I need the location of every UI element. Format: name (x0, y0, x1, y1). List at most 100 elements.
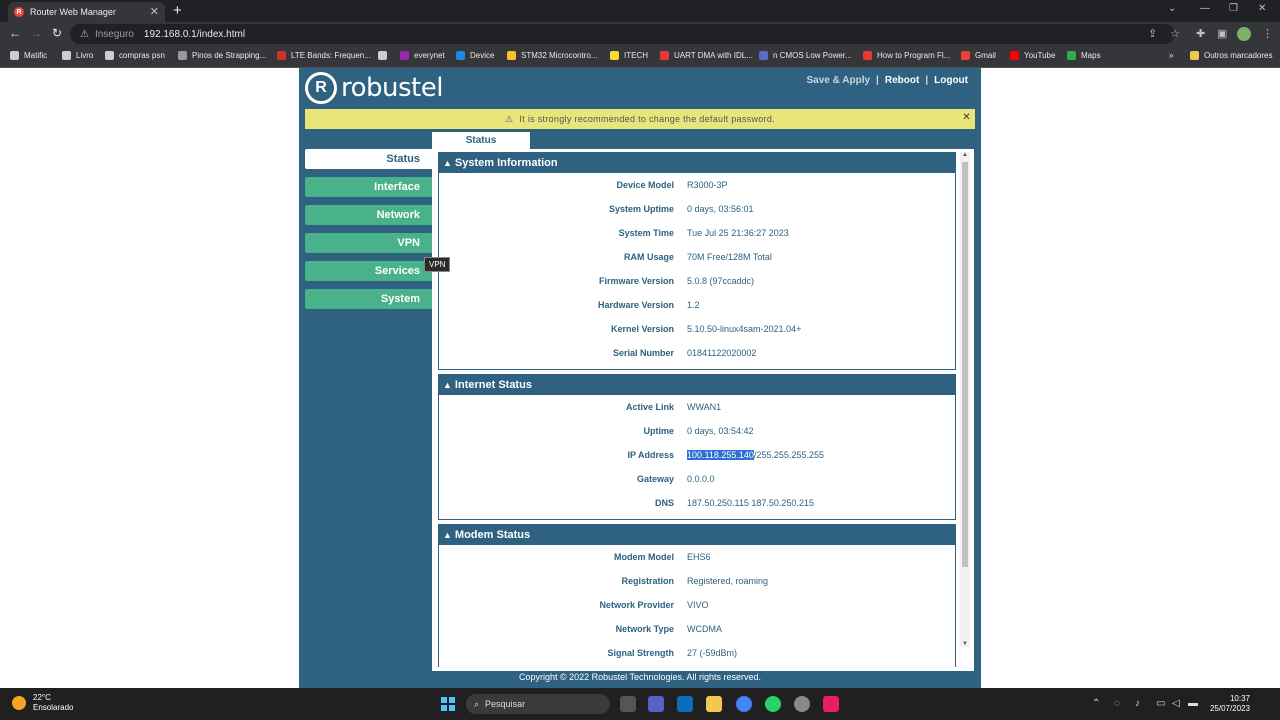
tray-icon[interactable]: ◌ (1114, 698, 1120, 709)
close-tab-icon[interactable]: ✕ (150, 5, 159, 18)
status-row: Firmware Version 5.0.8 (97ccaddc) (439, 269, 955, 293)
bookmark-icon (759, 51, 768, 60)
outlook-icon[interactable] (677, 696, 693, 712)
ip-address-value[interactable]: 100.118.255.140/255.255.255.255 (687, 450, 824, 460)
section-header[interactable]: ▲ System Information (439, 153, 955, 173)
taskbar-search[interactable]: ⌕ Pesquisar (466, 694, 610, 714)
menu-icon[interactable]: ⋮ (1262, 27, 1273, 40)
task-view-icon[interactable] (620, 696, 636, 712)
status-row: Registration Registered, roaming (439, 569, 955, 593)
scrollbar-thumb[interactable] (962, 162, 968, 567)
app-icon[interactable] (794, 696, 810, 712)
section-title: Internet Status (454, 379, 532, 391)
star-icon[interactable]: ☆ (1170, 27, 1180, 40)
restore-icon[interactable]: ❐ (1229, 3, 1238, 14)
bookmark-item[interactable]: STM32 Microcontro... (507, 51, 597, 60)
clock[interactable]: 10:37 25/07/2023 (1210, 694, 1250, 714)
sidebar-item-status[interactable]: Status (305, 149, 432, 169)
row-label: System Uptime (608, 204, 674, 214)
sidebar-item-network[interactable]: Network (305, 205, 432, 225)
microphone-icon[interactable]: ♪ (1135, 698, 1140, 709)
network-icon[interactable]: ▭ (1156, 698, 1165, 709)
sidebar-item-system[interactable]: System (305, 289, 432, 309)
bookmark-item[interactable]: How to Program Fl... (863, 51, 950, 60)
vpn-tooltip: VPN (424, 257, 451, 272)
status-row: Modem Model EHS6 (439, 545, 955, 569)
bookmark-item[interactable]: Livro (62, 51, 93, 60)
bookmark-item[interactable]: Maps (1067, 51, 1101, 60)
nav-separator: | (925, 75, 929, 86)
address-bar[interactable]: ⚠ Inseguro 192.168.0.1/index.html (70, 24, 1175, 44)
windows-start-icon[interactable] (441, 697, 455, 711)
share-icon[interactable]: ⇪ (1148, 27, 1157, 40)
chevron-down-icon[interactable]: ⌄ (1168, 3, 1176, 14)
extensions-icon[interactable]: ✚ (1196, 27, 1205, 40)
teams-icon[interactable] (648, 696, 664, 712)
row-label: Gateway (636, 474, 674, 484)
other-bookmarks[interactable]: Outros marcadores (1190, 51, 1272, 60)
row-label: Kernel Version (610, 324, 674, 334)
profile-avatar[interactable] (1237, 27, 1251, 41)
reboot-link[interactable]: Reboot (885, 75, 919, 86)
volume-icon[interactable]: ◁ (1172, 698, 1180, 709)
sidebar-item-services[interactable]: Services (305, 261, 432, 281)
bookmark-item[interactable]: n CMOS Low Power... (759, 51, 852, 60)
bookmark-item[interactable] (378, 51, 392, 60)
save-apply-link[interactable]: Save & Apply (807, 75, 871, 86)
bookmark-item[interactable]: LTE Bands: Frequen... (277, 51, 371, 60)
tab-status[interactable]: Status (432, 132, 530, 149)
row-label: IP Address (627, 450, 674, 460)
chevron-up-icon[interactable]: ⌃ (1092, 698, 1100, 709)
bookmark-icon (178, 51, 187, 60)
reload-icon[interactable]: ↻ (52, 26, 62, 40)
warning-icon: ⚠ (505, 113, 514, 124)
bookmark-label: LTE Bands: Frequen... (291, 51, 371, 60)
section-header[interactable]: ▲ Modem Status (439, 525, 955, 545)
bookmark-item[interactable]: YouTube (1010, 51, 1055, 60)
browser-tab-bar: R Router Web Manager ✕ + ⌄ — ❐ ✕ (0, 0, 1280, 22)
bookmark-label: Matific (24, 51, 48, 60)
chrome-icon[interactable] (736, 696, 752, 712)
close-window-icon[interactable]: ✕ (1258, 3, 1266, 14)
close-banner-icon[interactable]: ✕ (962, 112, 971, 123)
file-explorer-icon[interactable] (706, 696, 722, 712)
bookmark-item[interactable]: UART DMA with IDL... (660, 51, 753, 60)
vertical-scrollbar[interactable]: ▲ ▼ (960, 152, 970, 647)
bookmark-icon (62, 51, 71, 60)
bookmark-item[interactable]: Device (456, 51, 494, 60)
logout-link[interactable]: Logout (934, 75, 968, 86)
row-value: 187.50.250.115 187.50.250.215 (687, 498, 814, 508)
sidebar-item-vpn[interactable]: VPN (305, 233, 432, 253)
whatsapp-icon[interactable] (765, 696, 781, 712)
scroll-down-icon[interactable]: ▼ (962, 641, 968, 647)
status-row: System Time Tue Jul 25 21:36:27 2023 (439, 221, 955, 245)
bookmark-item[interactable]: Pinos de Strapping... (178, 51, 266, 60)
chevron-up-icon: ▲ (443, 380, 452, 390)
bookmark-label: Pinos de Strapping... (192, 51, 267, 60)
bookmark-label: Livro (76, 51, 94, 60)
section-header[interactable]: ▲ Internet Status (439, 375, 955, 395)
bookmark-item[interactable]: Gmail (961, 51, 996, 60)
status-scroll-area[interactable]: ▲ System Information Device Model R3000-3P… (438, 152, 956, 667)
app-icon[interactable] (823, 696, 839, 712)
battery-icon[interactable]: ▬ (1188, 698, 1198, 709)
browser-tab[interactable]: R Router Web Manager ✕ (8, 2, 165, 22)
row-value: Registered, roaming (687, 576, 769, 586)
bookmark-item[interactable]: everynet (400, 51, 445, 60)
back-icon[interactable]: ← (9, 26, 21, 40)
date: 25/07/2023 (1209, 704, 1250, 713)
side-panel-icon[interactable]: ▣ (1217, 27, 1227, 40)
folder-icon (1190, 51, 1199, 60)
row-value: 0 days, 03:56:01 (687, 204, 754, 214)
bookmark-item[interactable]: compras psn (105, 51, 165, 60)
row-label: Registration (621, 576, 674, 586)
minimize-icon[interactable]: — (1200, 3, 1210, 14)
bookmark-item[interactable]: ITECH (610, 51, 648, 60)
more-bookmarks-icon[interactable]: » (1169, 51, 1173, 60)
sidebar-item-interface[interactable]: Interface (305, 177, 432, 197)
forward-icon[interactable]: → (30, 26, 42, 40)
weather-widget[interactable]: 22°C Ensolarado (12, 693, 73, 713)
new-tab-icon[interactable]: + (173, 2, 182, 19)
bookmark-item[interactable]: Matific (10, 51, 47, 60)
scroll-up-icon[interactable]: ▲ (962, 152, 968, 158)
